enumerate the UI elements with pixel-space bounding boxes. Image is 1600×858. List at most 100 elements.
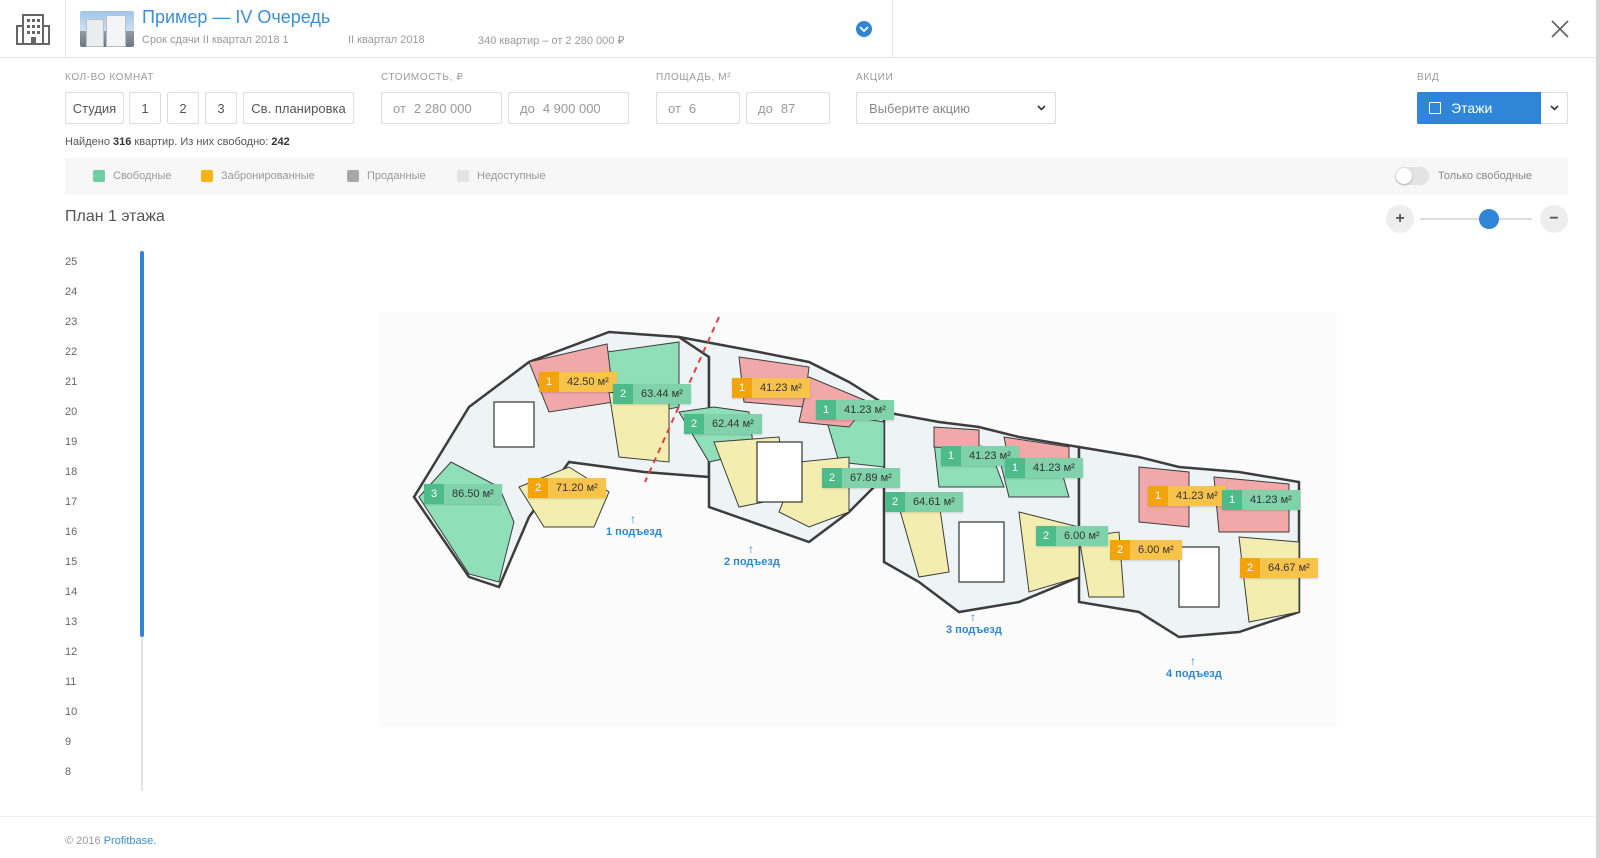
unit-badge[interactable]: 3 86.50 м² bbox=[424, 484, 502, 504]
close-icon[interactable] bbox=[1548, 17, 1572, 41]
unit-badge[interactable]: 2 6.00 м² bbox=[1110, 540, 1182, 560]
price-from-field[interactable]: от 2 280 000 bbox=[381, 92, 502, 124]
unit-rooms: 1 bbox=[816, 400, 836, 420]
chevron-down-icon bbox=[1549, 105, 1559, 111]
price-to-field[interactable]: до 4 900 000 bbox=[508, 92, 629, 124]
unit-badge[interactable]: 1 41.23 м² bbox=[1222, 490, 1300, 510]
room-studio-button[interactable]: Студия bbox=[65, 92, 124, 124]
legend-bar: Свободные Забронированные Проданные Недо… bbox=[65, 158, 1568, 195]
room-3-button[interactable]: 3 bbox=[205, 92, 237, 124]
room-2-button[interactable]: 2 bbox=[167, 92, 199, 124]
floor-22[interactable]: 22 bbox=[65, 346, 77, 358]
header-divider bbox=[892, 0, 893, 58]
unit-rooms: 1 bbox=[1148, 486, 1168, 506]
zoom-out-button[interactable]: − bbox=[1540, 205, 1568, 233]
price-to-prefix: до bbox=[520, 100, 535, 116]
unit-badge[interactable]: 1 41.23 м² bbox=[1005, 458, 1083, 478]
unit-badge[interactable]: 2 63.44 м² bbox=[613, 384, 691, 404]
floor-25[interactable]: 25 bbox=[65, 256, 77, 268]
promo-select[interactable]: Выберите акцию bbox=[856, 92, 1056, 124]
legend-free-swatch bbox=[93, 170, 105, 182]
unit-rooms: 3 bbox=[424, 484, 444, 504]
unit-area: 67.89 м² bbox=[842, 468, 900, 488]
building-icon[interactable] bbox=[0, 0, 66, 58]
legend-booked: Забронированные bbox=[201, 170, 315, 182]
found-prefix: Найдено bbox=[65, 136, 110, 148]
area-from-field[interactable]: от 6 bbox=[656, 92, 740, 124]
zoom-slider-handle[interactable] bbox=[1479, 209, 1500, 229]
unit-rooms: 1 bbox=[539, 372, 559, 392]
unit-badge[interactable]: 1 41.23 м² bbox=[816, 400, 894, 420]
zoom-slider[interactable] bbox=[1420, 218, 1532, 220]
floor-scroll-thumb[interactable] bbox=[140, 251, 144, 637]
unit-area: 41.23 м² bbox=[1242, 490, 1300, 510]
floor-17[interactable]: 17 bbox=[65, 496, 77, 508]
arrow-up-icon: ↑ bbox=[748, 542, 754, 556]
promo-select-value: Выберите акцию bbox=[869, 100, 971, 116]
rooms-label: КОЛ-ВО КОМНАТ bbox=[65, 72, 155, 83]
chevron-down-icon[interactable] bbox=[856, 21, 872, 37]
unit-area: 41.23 м² bbox=[752, 378, 810, 398]
unit-badge[interactable]: 2 71.20 м² bbox=[528, 478, 606, 498]
plan-title: План 1 этажа bbox=[65, 208, 165, 225]
profitbase-link[interactable]: Profitbase. bbox=[104, 835, 157, 847]
free-layout-button[interactable]: Св. планировка bbox=[243, 92, 354, 124]
legend-free: Свободные bbox=[93, 170, 171, 182]
floor-21[interactable]: 21 bbox=[65, 376, 77, 388]
project-title[interactable]: Пример — IV Очередь bbox=[142, 7, 330, 28]
area-to-field[interactable]: до 87 bbox=[746, 92, 830, 124]
entrance-label: 2 подъезд bbox=[724, 556, 780, 568]
found-free: 242 bbox=[271, 136, 290, 148]
legend-sold-swatch bbox=[347, 170, 359, 182]
unit-area: 64.67 м² bbox=[1260, 558, 1318, 578]
floor-10[interactable]: 10 bbox=[65, 706, 77, 718]
floor-20[interactable]: 20 bbox=[65, 406, 77, 418]
unit-badge[interactable]: 2 64.67 м² bbox=[1240, 558, 1318, 578]
floor-12[interactable]: 12 bbox=[65, 646, 77, 658]
found-count: 316 bbox=[113, 136, 132, 148]
floor-9[interactable]: 9 bbox=[65, 736, 71, 748]
floor-13[interactable]: 13 bbox=[65, 616, 77, 628]
unit-badge[interactable]: 1 41.23 м² bbox=[1148, 486, 1226, 506]
floor-14[interactable]: 14 bbox=[65, 586, 77, 598]
view-floors-button[interactable]: Этажи bbox=[1417, 92, 1541, 124]
unit-badge[interactable]: 2 62.44 м² bbox=[684, 414, 762, 434]
unit-badge[interactable]: 2 6.00 м² bbox=[1036, 526, 1108, 546]
toggle-knob bbox=[1396, 168, 1412, 184]
chevron-down-icon bbox=[1037, 105, 1046, 111]
area-label: ПЛОЩАДЬ, М² bbox=[656, 72, 732, 83]
unit-area: 64.61 м² bbox=[905, 492, 963, 512]
found-middle: квартир. Из них свободно: bbox=[134, 136, 269, 148]
zoom-in-button[interactable]: + bbox=[1386, 205, 1414, 233]
area-from-prefix: от bbox=[668, 100, 681, 116]
unit-rooms: 2 bbox=[822, 468, 842, 488]
floor-15[interactable]: 15 bbox=[65, 556, 77, 568]
unit-area: 41.23 м² bbox=[1168, 486, 1226, 506]
unit-badge[interactable]: 2 67.89 м² bbox=[822, 468, 900, 488]
floor-18[interactable]: 18 bbox=[65, 466, 77, 478]
unit-badge[interactable]: 1 41.23 м² bbox=[732, 378, 810, 398]
floor-8[interactable]: 8 bbox=[65, 766, 71, 778]
unit-area: 6.00 м² bbox=[1056, 526, 1108, 546]
unit-badge[interactable]: 1 42.50 м² bbox=[539, 372, 617, 392]
unit-rooms: 2 bbox=[1240, 558, 1260, 578]
floor-11[interactable]: 11 bbox=[65, 676, 76, 688]
price-to-value: 4 900 000 bbox=[542, 100, 601, 116]
unit-badge[interactable]: 2 64.61 м² bbox=[885, 492, 963, 512]
unit-area: 62.44 м² bbox=[704, 414, 762, 434]
only-free-toggle[interactable] bbox=[1395, 167, 1429, 185]
unit-area: 42.50 м² bbox=[559, 372, 617, 392]
legend-free-label: Свободные bbox=[113, 170, 172, 182]
floor-24[interactable]: 24 bbox=[65, 286, 77, 298]
entrance-label: 1 подъезд bbox=[606, 526, 662, 538]
view-dropdown-button[interactable] bbox=[1541, 92, 1568, 124]
floor-23[interactable]: 23 bbox=[65, 316, 77, 328]
header: Пример — IV Очередь Срок сдачи II кварта… bbox=[0, 0, 1600, 58]
unit-rooms: 2 bbox=[613, 384, 633, 404]
room-1-button[interactable]: 1 bbox=[129, 92, 161, 124]
window-edge bbox=[1596, 0, 1600, 858]
floor-16[interactable]: 16 bbox=[65, 526, 77, 538]
legend-booked-swatch bbox=[201, 170, 213, 182]
unit-rooms: 2 bbox=[1036, 526, 1056, 546]
floor-19[interactable]: 19 bbox=[65, 436, 77, 448]
